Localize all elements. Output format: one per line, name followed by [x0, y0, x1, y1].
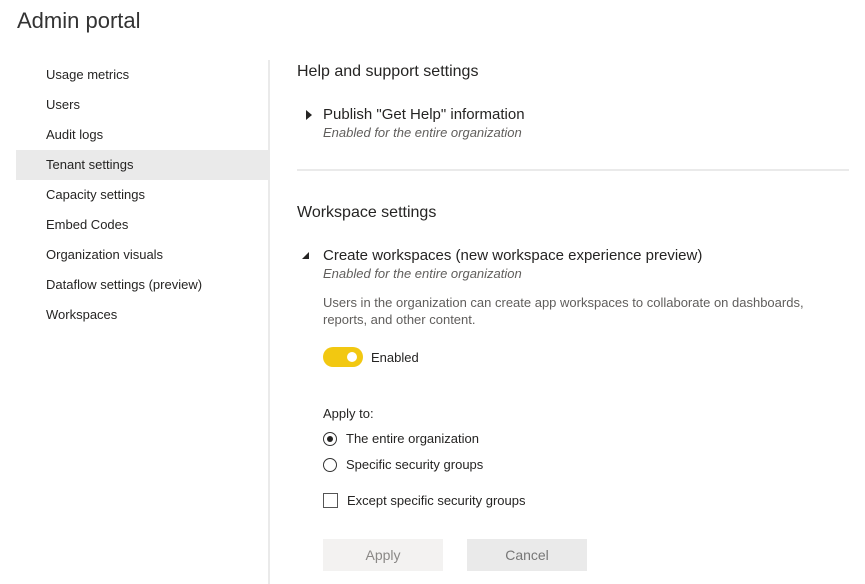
- page-title: Admin portal: [17, 8, 141, 33]
- toggle-knob: [347, 352, 357, 362]
- apply-to-label: Apply to:: [323, 406, 374, 421]
- toggle-label: Enabled: [371, 349, 419, 365]
- sidebar-divider: [268, 60, 270, 584]
- radio-unselected-icon[interactable]: [323, 457, 337, 472]
- radio-selected-icon[interactable]: [323, 431, 337, 446]
- help-section-title: Help and support settings: [297, 63, 479, 80]
- setting-create-workspaces: Create workspaces (new workspace experie…: [297, 247, 702, 281]
- setting-label: Publish "Get Help" information: [323, 106, 525, 123]
- setting-publish-get-help: Publish "Get Help" information Enabled f…: [297, 106, 525, 140]
- enabled-toggle[interactable]: [323, 347, 363, 367]
- sidebar-item-organization-visuals[interactable]: Organization visuals: [16, 240, 268, 270]
- radio-entire-organization[interactable]: The entire organization: [323, 431, 479, 446]
- sidebar-nav: Usage metrics Users Audit logs Tenant se…: [16, 60, 268, 330]
- expand-arrow-icon[interactable]: [297, 107, 313, 123]
- section-divider: [297, 169, 849, 171]
- setting-create-workspaces-header[interactable]: Create workspaces (new workspace experie…: [297, 247, 702, 264]
- enabled-toggle-row: Enabled: [323, 347, 419, 367]
- sidebar-item-workspaces[interactable]: Workspaces: [16, 300, 268, 330]
- apply-button[interactable]: Apply: [323, 539, 443, 571]
- sidebar-item-capacity-settings[interactable]: Capacity settings: [16, 180, 268, 210]
- setting-status: Enabled for the entire organization: [323, 266, 522, 281]
- collapse-arrow-icon[interactable]: [297, 248, 313, 264]
- setting-publish-get-help-header[interactable]: Publish "Get Help" information: [297, 106, 525, 123]
- setting-status: Enabled for the entire organization: [323, 125, 522, 140]
- sidebar-item-embed-codes[interactable]: Embed Codes: [16, 210, 268, 240]
- workspace-section-title: Workspace settings: [297, 204, 437, 221]
- radio-label: The entire organization: [346, 431, 479, 446]
- setting-label: Create workspaces (new workspace experie…: [323, 247, 703, 264]
- checkbox-icon[interactable]: [323, 493, 338, 508]
- sidebar-item-dataflow-settings[interactable]: Dataflow settings (preview): [16, 270, 268, 300]
- sidebar-item-users[interactable]: Users: [16, 90, 268, 120]
- radio-label: Specific security groups: [346, 457, 484, 472]
- sidebar-item-usage-metrics[interactable]: Usage metrics: [16, 60, 268, 90]
- setting-description: Users in the organization can create app…: [323, 295, 804, 327]
- radio-specific-security-groups[interactable]: Specific security groups: [323, 457, 483, 472]
- cancel-button[interactable]: Cancel: [467, 539, 587, 571]
- sidebar-item-tenant-settings[interactable]: Tenant settings: [16, 150, 268, 180]
- sidebar-item-audit-logs[interactable]: Audit logs: [16, 120, 268, 150]
- checkbox-label: Except specific security groups: [347, 493, 526, 508]
- checkbox-except-security-groups[interactable]: Except specific security groups: [323, 493, 525, 508]
